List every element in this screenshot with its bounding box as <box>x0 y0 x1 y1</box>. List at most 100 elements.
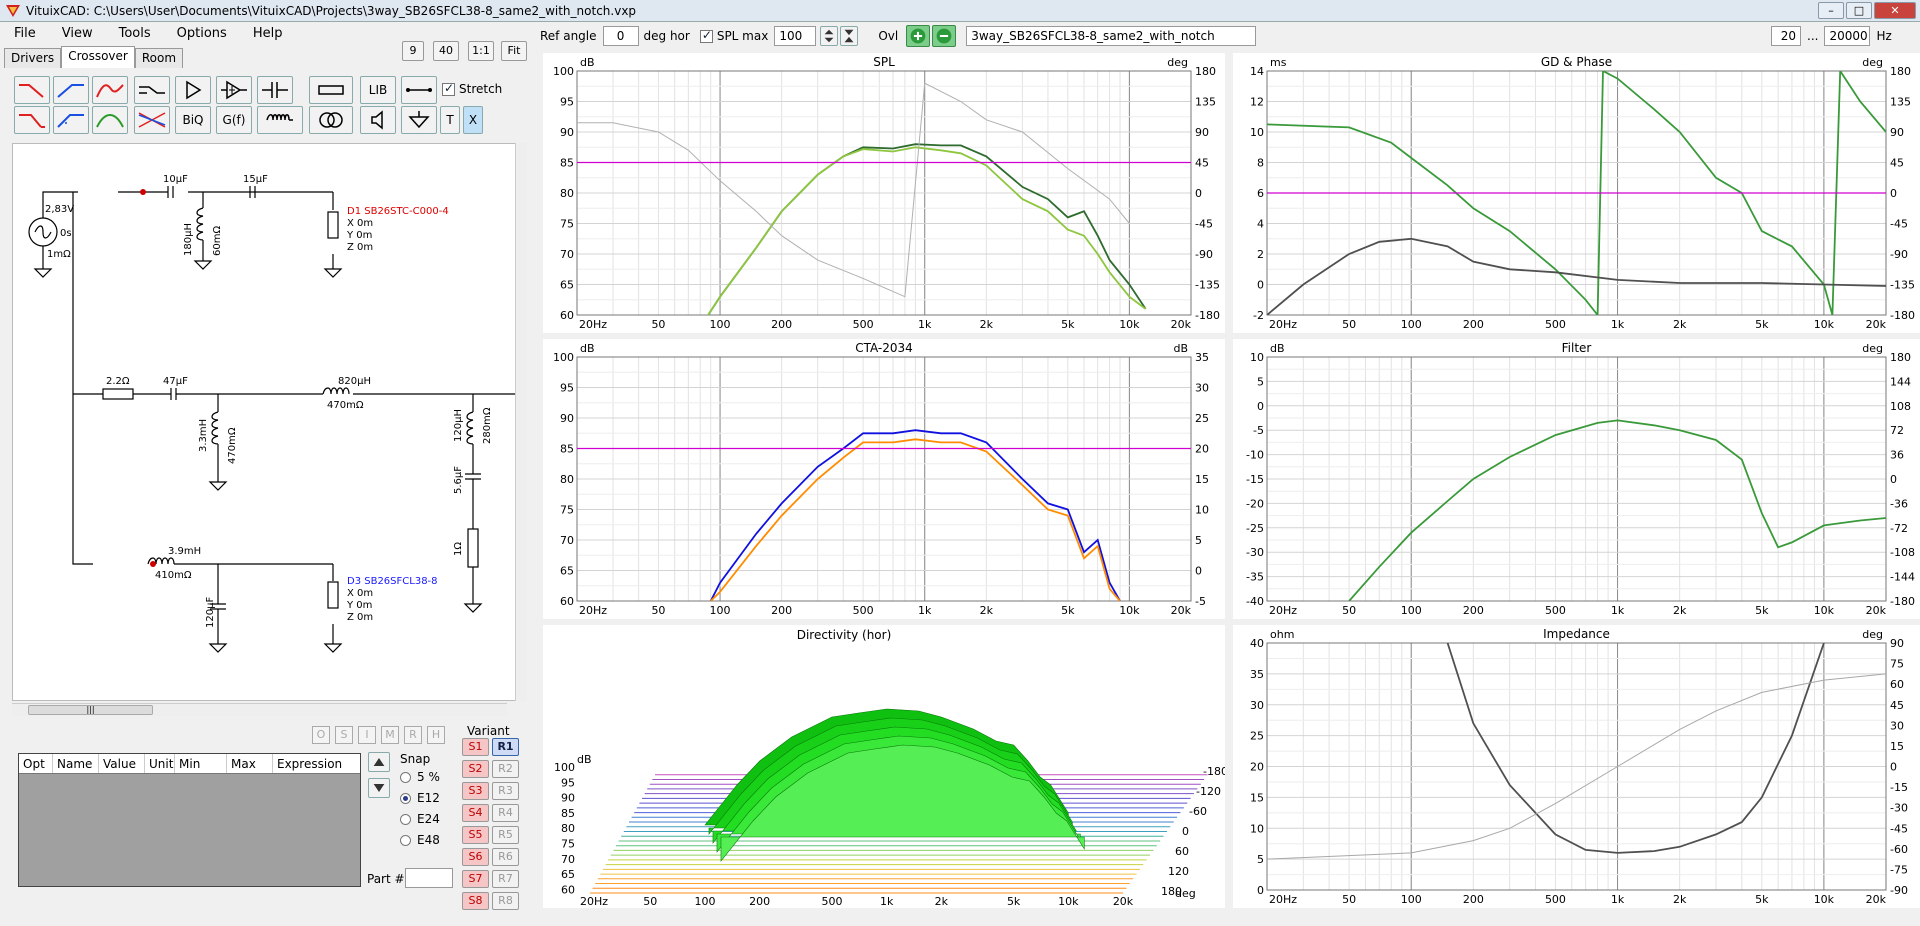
gain-icon[interactable] <box>216 76 252 104</box>
chart-svg: FilterdB deg1050-5-10-15-20-25-30-35-4018… <box>1246 341 1915 617</box>
wire-icon[interactable] <box>401 76 437 104</box>
y-tick-label: 85 <box>561 807 575 820</box>
opt-r-button[interactable]: R <box>404 726 422 744</box>
spl-graph[interactable]: SPL dB deg 100 95 90 85 80 75 70 65 60 180 135 90 45 0 -4… <box>543 53 1225 333</box>
hscroll-thumb[interactable]: ||| <box>28 705 153 715</box>
variant-r4-button[interactable]: R4 <box>492 804 519 822</box>
add-overlay-icon[interactable] <box>906 25 931 47</box>
speaker-icon[interactable] <box>360 106 396 134</box>
menu-tools[interactable]: Tools <box>105 26 163 41</box>
y-axis-label: dB <box>577 753 592 766</box>
variant-s2-button[interactable]: S2 <box>462 760 489 778</box>
maximize-button[interactable]: □ <box>1846 2 1872 19</box>
transformer-icon[interactable] <box>309 106 353 134</box>
stretch-toggle[interactable]: Stretch <box>442 81 502 96</box>
snap-e48[interactable]: E48 <box>400 833 440 847</box>
minimize-button[interactable]: – <box>1818 2 1844 19</box>
opt-h-button[interactable]: H <box>427 726 445 744</box>
opt-i-button[interactable]: I <box>358 726 376 744</box>
variant-s3-button[interactable]: S3 <box>462 782 489 800</box>
tab-crossover[interactable]: Crossover <box>61 46 135 68</box>
peak-icon[interactable] <box>92 106 128 134</box>
schematic-vscroll[interactable] <box>515 143 527 701</box>
schematic-canvas[interactable]: 2,83V 0s 1mΩ 10µF 15µF 180µH 60mΩ X 0m Y… <box>12 143 525 701</box>
snap-e48-radio[interactable] <box>400 834 411 846</box>
snap-e12[interactable]: E12 <box>400 791 440 805</box>
angle-tick-label: 60 <box>1175 845 1189 858</box>
zoom-1to1-button[interactable]: 1:1 <box>468 41 494 61</box>
project-name-field[interactable]: 3way_SB26SFCL38-8_same2_with_notch <box>966 26 1257 46</box>
gd-phase-graph[interactable]: GD & Phase ms deg 14 12 10 8 6 4 2 0 -2 180 135 90 45 0 -… <box>1233 53 1920 333</box>
gf-button[interactable]: G(f) <box>216 106 252 134</box>
menu-help[interactable]: Help <box>239 26 295 41</box>
spl-max-checkbox[interactable] <box>699 28 713 43</box>
tab-drivers[interactable]: Drivers <box>4 48 62 68</box>
chart-svg: GD & Phase ms deg 14 12 10 8 6 4 2 0 -2 180 135 90 45 0 -… <box>1250 55 1915 331</box>
zoom-9-button[interactable]: 9 <box>402 41 424 61</box>
lib-button[interactable]: LIB <box>360 76 396 104</box>
capacitor-icon[interactable] <box>257 76 293 104</box>
buffer-icon[interactable] <box>175 76 211 104</box>
optimizer-table[interactable]: Opt Name Value Unit Min Max Expression <box>18 753 361 887</box>
highpass-1-icon[interactable] <box>53 76 89 104</box>
variant-s5-button[interactable]: S5 <box>462 826 489 844</box>
variant-r7-button[interactable]: R7 <box>492 870 519 888</box>
spl-max-input[interactable]: 100 <box>774 26 817 46</box>
angle-tick-label: -120 <box>1196 785 1221 798</box>
biquad-button[interactable]: BiQ <box>175 106 211 134</box>
variant-r1-button[interactable]: R1 <box>492 738 519 756</box>
ref-angle-input[interactable]: 0 <box>602 26 639 46</box>
delete-button[interactable]: X <box>463 106 483 134</box>
stretch-checkbox[interactable] <box>442 81 455 96</box>
cta2034-graph[interactable]: CTA-2034 dB dB 100 95 90 85 80 75 70 65 60 35 30 25 20 1… <box>543 339 1225 619</box>
freq-max-input[interactable]: 20000 <box>1824 26 1871 46</box>
inductor-icon[interactable] <box>257 106 303 134</box>
variant-r2-button[interactable]: R2 <box>492 760 519 778</box>
variant-r6-button[interactable]: R6 <box>492 848 519 866</box>
move-down-icon[interactable] <box>368 778 390 798</box>
snap-5pct[interactable]: 5 % <box>400 770 440 784</box>
menu-options[interactable]: Options <box>163 26 239 41</box>
opt-o-button[interactable]: O <box>312 726 330 744</box>
notch-icon[interactable] <box>134 106 170 134</box>
part-input[interactable] <box>405 868 453 888</box>
tab-room[interactable]: Room <box>134 48 184 68</box>
zoom-40-button[interactable]: 40 <box>433 41 459 61</box>
variant-r3-button[interactable]: R3 <box>492 782 519 800</box>
lowpass-2-icon[interactable] <box>14 106 50 134</box>
y2-tick-label: 72 <box>1890 424 1904 437</box>
variant-r5-button[interactable]: R5 <box>492 826 519 844</box>
lowpass-1-icon[interactable] <box>14 76 50 104</box>
remove-overlay-icon[interactable] <box>932 25 957 47</box>
menu-file[interactable]: File <box>0 26 48 41</box>
variant-s4-button[interactable]: S4 <box>462 804 489 822</box>
filter-graph[interactable]: Filter dB deg 10 5 0 -5 -10 -15 -20 -25 -30 -35 -40 18… <box>1233 339 1920 619</box>
freq-min-input[interactable]: 20 <box>1771 26 1801 46</box>
snap-5pct-radio[interactable] <box>400 771 411 783</box>
variant-r8-button[interactable]: R8 <box>492 892 519 910</box>
schematic-hscroll[interactable]: ||| <box>12 703 507 716</box>
opt-m-button[interactable]: M <box>381 726 399 744</box>
scroll-spinner-icon[interactable] <box>840 26 859 46</box>
spl-max-spinner-icon[interactable] <box>820 26 839 46</box>
zoom-fit-button[interactable]: Fit <box>501 41 527 61</box>
impedance-graph[interactable]: Impedance ohm deg 40 35 30 25 20 15 10 5 0 90 75 60 45 3… <box>1233 625 1920 908</box>
resistor-icon[interactable] <box>309 76 353 104</box>
variant-s8-button[interactable]: S8 <box>462 892 489 910</box>
snap-e12-radio[interactable] <box>400 792 411 804</box>
snap-e24[interactable]: E24 <box>400 812 440 826</box>
bandpass-icon[interactable] <box>92 76 128 104</box>
directivity-graph[interactable]: Directivity (hor) dB 100 95 90 85 80 75 70 65 60 -1… <box>543 625 1225 908</box>
highpass-2-icon[interactable] <box>53 106 89 134</box>
snap-e24-radio[interactable] <box>400 813 411 825</box>
close-button[interactable]: ✕ <box>1874 2 1916 19</box>
allpass-icon[interactable] <box>134 76 170 104</box>
variant-s1-button[interactable]: S1 <box>462 738 489 756</box>
variant-s7-button[interactable]: S7 <box>462 870 489 888</box>
variant-s6-button[interactable]: S6 <box>462 848 489 866</box>
text-button[interactable]: T <box>440 106 460 134</box>
menu-view[interactable]: View <box>48 26 105 41</box>
move-up-icon[interactable] <box>368 752 390 772</box>
ground-icon[interactable] <box>401 106 437 134</box>
opt-s-button[interactable]: S <box>335 726 353 744</box>
